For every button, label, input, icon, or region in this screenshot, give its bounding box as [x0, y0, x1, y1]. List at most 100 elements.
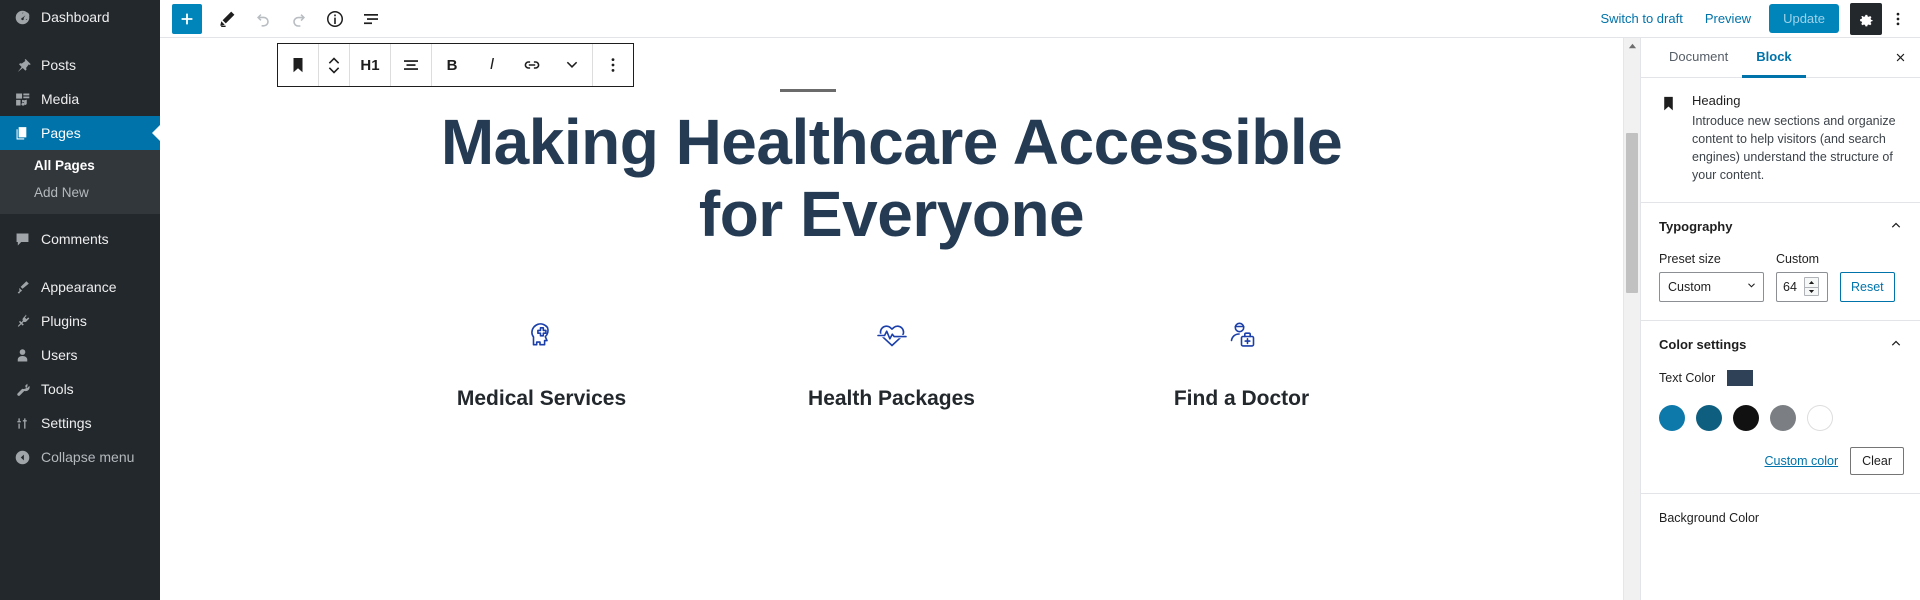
custom-size-input[interactable]: 64: [1776, 271, 1828, 302]
tab-block[interactable]: Block: [1742, 38, 1806, 78]
block-card-title: Heading: [1692, 93, 1741, 108]
more-formats-chevron-down-icon[interactable]: [552, 44, 592, 86]
sidebar-label: Comments: [41, 231, 109, 247]
feature-item-health-packages[interactable]: Health Packages: [717, 309, 1067, 411]
sidebar-item-comments[interactable]: Comments: [0, 222, 160, 256]
sidebar-item-settings[interactable]: Settings: [0, 406, 160, 440]
sidebar-label: Pages: [41, 125, 81, 141]
user-icon: [12, 345, 32, 365]
clear-color-button[interactable]: Clear: [1850, 446, 1904, 475]
editor-header: Switch to draft Preview Update: [160, 0, 1920, 38]
feature-label: Health Packages: [808, 386, 975, 410]
brush-icon: [12, 277, 32, 297]
typography-panel-header[interactable]: Typography: [1659, 217, 1904, 236]
editor-canvas-area: H1 B I Making Healthcare Accessible for …: [160, 38, 1623, 600]
editor-body: H1 B I Making Healthcare Accessible for …: [160, 38, 1920, 600]
update-button[interactable]: Update: [1769, 4, 1839, 33]
bold-button[interactable]: B: [432, 44, 472, 86]
align-text-icon[interactable]: [391, 44, 431, 86]
undo-icon[interactable]: [247, 4, 279, 34]
sidebar-item-plugins[interactable]: Plugins: [0, 304, 160, 338]
canvas-scrollbar[interactable]: [1623, 38, 1640, 600]
pages-icon: [12, 123, 32, 143]
sidebar-label: Dashboard: [41, 9, 110, 25]
comments-icon: [12, 229, 32, 249]
sidebar-label: Media: [41, 91, 80, 107]
sidebar-submenu-pages: All Pages Add New: [0, 150, 160, 214]
palette-swatch-3[interactable]: [1733, 404, 1759, 431]
preset-size-select-wrap: Custom: [1659, 271, 1764, 302]
sidebar-item-tools[interactable]: Tools: [0, 372, 160, 406]
sidebar-item-all-pages[interactable]: All Pages: [0, 152, 160, 179]
palette-swatch-5[interactable]: [1807, 404, 1833, 431]
block-card-text: Heading Introduce new sections and organ…: [1692, 93, 1904, 185]
sidebar-item-dashboard[interactable]: Dashboard: [0, 0, 160, 34]
font-size-controls: Preset size Custom Custom 64 Reset: [1659, 252, 1904, 302]
sidebar-label: Appearance: [41, 279, 117, 295]
heading-level-group: H1: [349, 44, 390, 86]
info-icon[interactable]: [319, 4, 351, 34]
sidebar-item-posts[interactable]: Posts: [0, 48, 160, 82]
collapse-menu-button[interactable]: Collapse menu: [0, 440, 160, 474]
heading-bookmark-icon[interactable]: [278, 44, 318, 86]
more-options-button[interactable]: [1884, 4, 1912, 34]
preset-size-select[interactable]: Custom: [1659, 271, 1764, 302]
sidebar-label: Posts: [41, 57, 77, 73]
color-settings-panel: Color settings Text Color Custom color C…: [1641, 321, 1920, 494]
redo-icon[interactable]: [283, 4, 315, 34]
block-toolbar: H1 B I: [277, 43, 634, 87]
sidebar-item-appearance[interactable]: Appearance: [0, 270, 160, 304]
collapse-arrow-icon: [12, 447, 32, 467]
stepper-down-icon[interactable]: [1805, 286, 1818, 296]
palette-swatch-1[interactable]: [1659, 404, 1685, 431]
preview-button[interactable]: Preview: [1695, 11, 1761, 26]
block-options-vertical-dots-icon[interactable]: [593, 44, 633, 86]
close-inspector-button[interactable]: [1880, 38, 1920, 77]
feature-item-find-a-doctor[interactable]: Find a Doctor: [1067, 309, 1417, 411]
palette-swatch-2[interactable]: [1696, 404, 1722, 431]
typography-panel: Typography Preset size Custom Custom 64 …: [1641, 203, 1920, 321]
color-settings-panel-header[interactable]: Color settings: [1659, 335, 1904, 354]
sidebar-item-media[interactable]: Media: [0, 82, 160, 116]
custom-size-label: Custom: [1776, 251, 1820, 266]
block-mover-group: [318, 44, 349, 86]
tab-document[interactable]: Document: [1655, 38, 1742, 78]
quantity-stepper[interactable]: [1804, 277, 1819, 296]
add-block-button[interactable]: [172, 3, 202, 34]
text-color-swatch[interactable]: [1727, 369, 1754, 386]
editor-header-right-actions: Switch to draft Preview Update: [1590, 2, 1912, 35]
block-movers[interactable]: [319, 44, 349, 86]
page-heading[interactable]: Making Healthcare Accessible for Everyon…: [427, 78, 1357, 251]
italic-button[interactable]: I: [472, 44, 512, 86]
sidebar-divider: [0, 34, 160, 48]
list-view-icon[interactable]: [355, 4, 387, 34]
settings-gear-button[interactable]: [1850, 2, 1882, 35]
head-medical-cross-icon: [367, 309, 717, 361]
heart-pulse-icon: [717, 309, 1067, 361]
edit-pencil-icon[interactable]: [211, 4, 243, 34]
color-actions: Custom color Clear: [1659, 446, 1904, 475]
chevron-down-icon: [328, 66, 340, 74]
custom-color-link[interactable]: Custom color: [1764, 454, 1838, 468]
alignment-group: [390, 44, 431, 86]
sidebar-sub-label: All Pages: [34, 158, 95, 173]
preset-size-label: Preset size: [1659, 251, 1721, 266]
feature-item-medical-services[interactable]: Medical Services: [367, 309, 717, 411]
sidebar-label: Users: [41, 347, 78, 363]
sidebar-item-users[interactable]: Users: [0, 338, 160, 372]
scrollbar-up-arrow-icon[interactable]: [1624, 38, 1640, 55]
stepper-up-icon[interactable]: [1805, 278, 1818, 287]
custom-size-field: Custom 64: [1776, 252, 1828, 302]
background-color-panel: Background Color: [1641, 494, 1920, 543]
post-canvas: Making Healthcare Accessible for Everyon…: [160, 38, 1623, 600]
media-icon: [12, 89, 32, 109]
reset-font-size-button[interactable]: Reset: [1840, 271, 1895, 302]
sidebar-item-pages[interactable]: Pages: [0, 116, 160, 150]
palette-swatch-4[interactable]: [1770, 404, 1796, 431]
link-icon[interactable]: [512, 44, 552, 86]
heading-level-button[interactable]: H1: [350, 44, 390, 86]
switch-to-draft-button[interactable]: Switch to draft: [1590, 11, 1692, 26]
collapse-menu-label: Collapse menu: [41, 449, 135, 465]
sidebar-item-add-new[interactable]: Add New: [0, 179, 160, 206]
scrollbar-thumb[interactable]: [1626, 133, 1638, 293]
